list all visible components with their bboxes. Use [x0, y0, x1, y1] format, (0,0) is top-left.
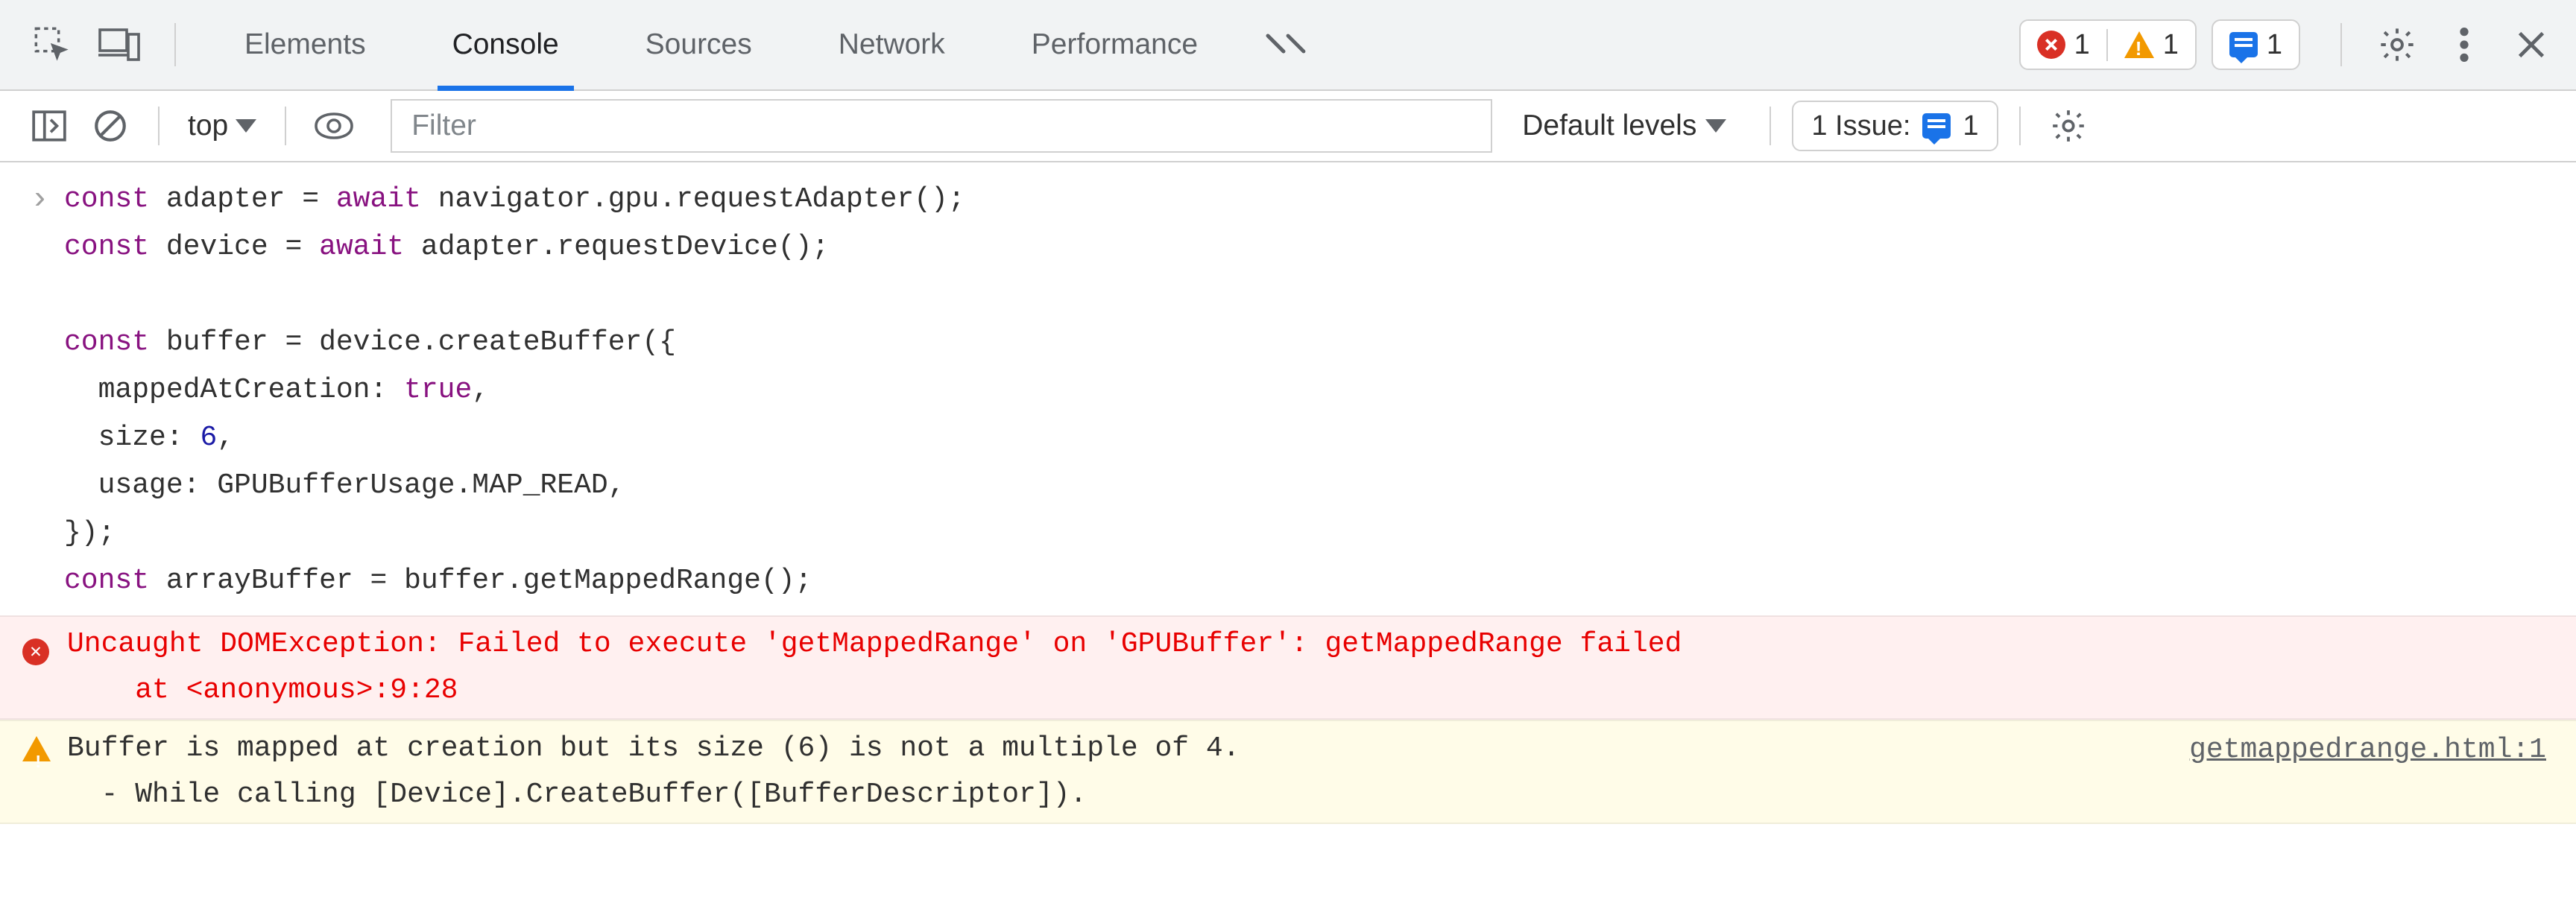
issues-count: 1	[1963, 110, 1978, 142]
tab-label: Performance	[1032, 28, 1198, 61]
divider	[2019, 107, 2021, 145]
count-value: 1	[2074, 29, 2090, 61]
tab-label: Network	[839, 28, 945, 61]
warning-count[interactable]: 1	[2106, 29, 2195, 61]
device-toolbar-icon[interactable]	[89, 15, 149, 75]
tab-console[interactable]: Console	[409, 0, 602, 89]
issue-icon	[2229, 32, 2258, 57]
console-settings-icon[interactable]	[2042, 99, 2095, 153]
warning-text: Buffer is mapped at creation but its siz…	[67, 726, 2159, 818]
console-error-message[interactable]: ✕ Uncaught DOMException: Failed to execu…	[0, 615, 2576, 720]
error-icon	[2037, 31, 2065, 59]
error-count[interactable]: 1	[2021, 29, 2106, 61]
console-warning-message[interactable]: Buffer is mapped at creation but its siz…	[0, 720, 2576, 824]
filter-input[interactable]	[391, 99, 1492, 153]
chevron-down-icon	[236, 119, 256, 133]
close-icon[interactable]	[2501, 15, 2561, 75]
settings-icon[interactable]	[2367, 15, 2427, 75]
inspect-element-icon[interactable]	[22, 15, 82, 75]
clear-console-icon[interactable]	[83, 99, 137, 153]
tab-elements[interactable]: Elements	[201, 0, 409, 89]
code-text: const adapter = await navigator.gpu.requ…	[64, 176, 965, 605]
context-selector[interactable]: top	[180, 110, 264, 142]
issue-icon	[1922, 113, 1951, 139]
tab-label: Sources	[645, 28, 752, 61]
warning-icon	[2124, 31, 2154, 58]
divider	[174, 23, 176, 66]
live-expression-icon[interactable]	[307, 99, 361, 153]
tab-label: Elements	[244, 28, 366, 61]
panel-tabs: Elements Console Sources Network Perform…	[201, 0, 1330, 89]
console-input-entry[interactable]: › const adapter = await navigator.gpu.re…	[0, 162, 2576, 615]
issues-button[interactable]: 1 Issue: 1	[1792, 101, 1998, 151]
message-counts: 1 1 1	[2019, 19, 2315, 70]
issue-count-group[interactable]: 1	[2212, 19, 2300, 70]
levels-label: Default levels	[1522, 110, 1696, 142]
tab-network[interactable]: Network	[795, 0, 988, 89]
divider	[2340, 23, 2342, 66]
devtools-tabbar: Elements Console Sources Network Perform…	[0, 0, 2576, 91]
count-value: 1	[2163, 29, 2179, 61]
more-tabs-button[interactable]	[1241, 0, 1330, 89]
issue-count[interactable]: 1	[2213, 29, 2299, 61]
tab-label: Console	[452, 28, 559, 61]
error-icon: ✕	[22, 621, 67, 674]
console-toolbar: top Default levels 1 Issue: 1	[0, 91, 2576, 162]
divider	[158, 107, 160, 145]
chevron-down-icon	[1705, 119, 1726, 133]
context-value: top	[188, 110, 228, 142]
kebab-menu-icon[interactable]	[2434, 15, 2494, 75]
divider	[285, 107, 286, 145]
prompt-chevron-icon: ›	[30, 176, 64, 605]
issues-label: 1 Issue:	[1811, 110, 1910, 142]
divider	[1770, 107, 1771, 145]
warning-icon	[22, 726, 67, 778]
log-levels-selector[interactable]: Default levels	[1522, 110, 1726, 142]
error-warning-counts[interactable]: 1 1	[2019, 19, 2197, 70]
console-output: › const adapter = await navigator.gpu.re…	[0, 162, 2576, 824]
error-text: Uncaught DOMException: Failed to execute…	[67, 621, 2546, 714]
tab-sources[interactable]: Sources	[602, 0, 795, 89]
toggle-sidebar-icon[interactable]	[22, 99, 76, 153]
source-link[interactable]: getmappedrange.html:1	[2189, 726, 2546, 773]
count-value: 1	[2267, 29, 2282, 61]
tab-performance[interactable]: Performance	[988, 0, 1241, 89]
